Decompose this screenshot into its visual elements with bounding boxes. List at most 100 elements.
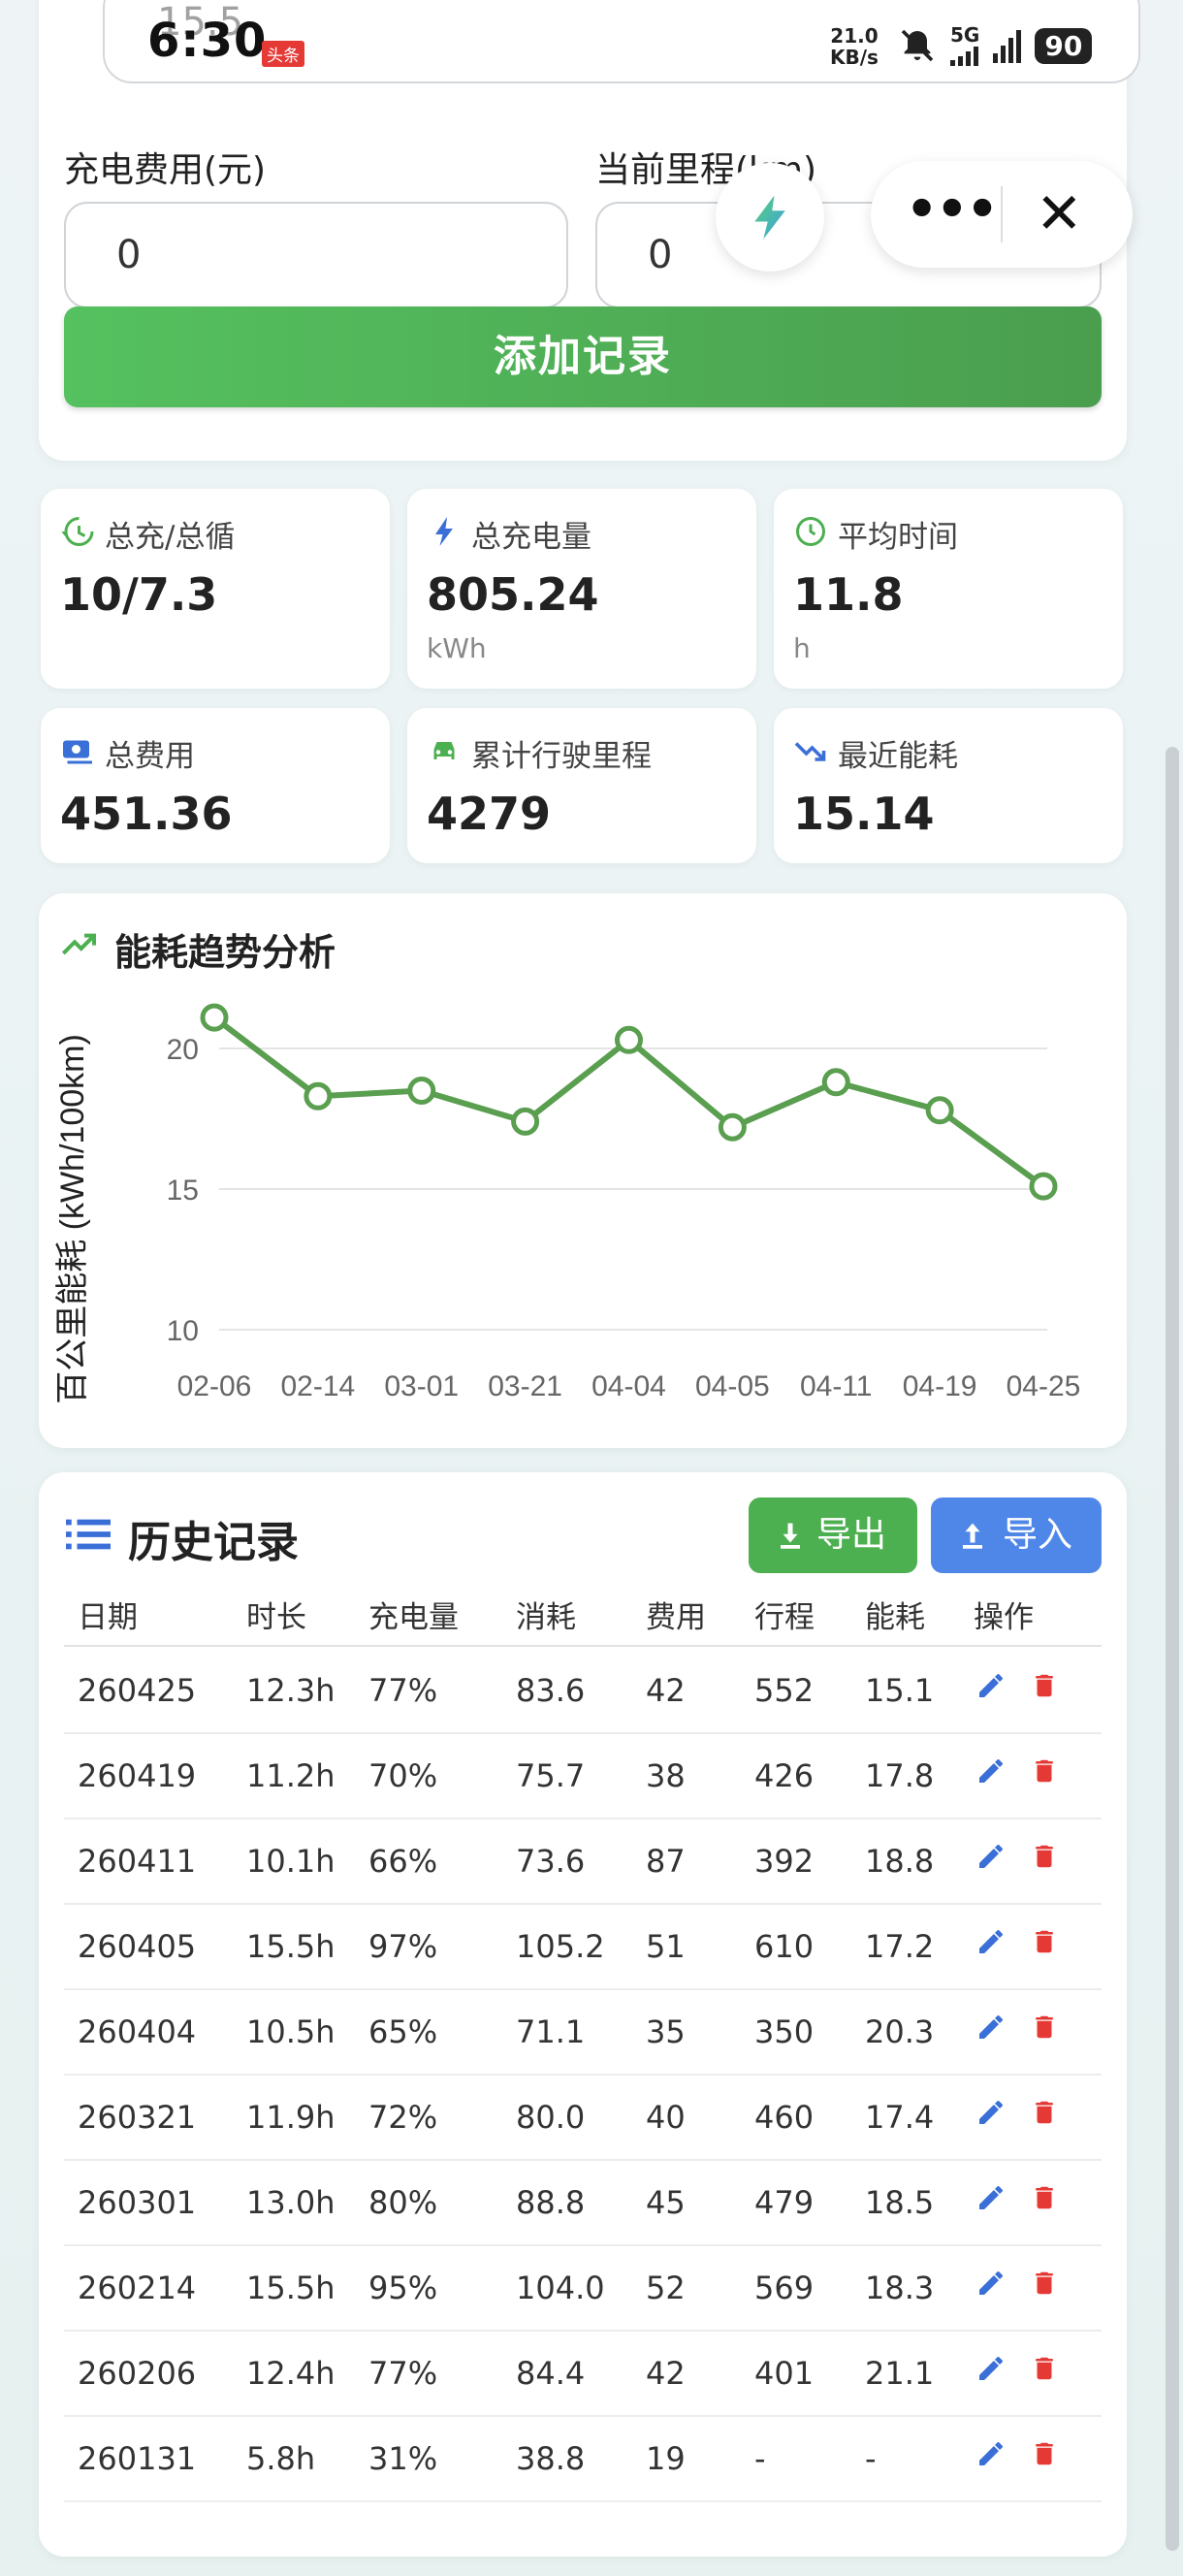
cell-duration: 13.0h: [246, 2184, 336, 2221]
scrollbar[interactable]: [1162, 0, 1183, 2576]
export-button[interactable]: 导出: [749, 1497, 917, 1573]
history-card: 历史记录 导出 导入 日期 时长 充电量 消耗 费用 行程 能耗 操作 2604…: [39, 1472, 1127, 2557]
clock-icon: [796, 517, 825, 546]
capsule-divider: [1001, 186, 1003, 242]
stat-value: 4279: [427, 788, 552, 840]
col-cost: 费用: [646, 1600, 706, 1635]
cell-duration: 10.1h: [246, 1843, 336, 1880]
data-point: [821, 1068, 850, 1097]
x-tick-label: 04-05: [695, 1370, 770, 1402]
cell-consumed: 105.2: [516, 1928, 605, 1965]
cell-cost: 38: [646, 1757, 686, 1794]
delete-icon[interactable]: [1030, 2268, 1059, 2299]
row-actions: [975, 1926, 1059, 1957]
cell-efficiency: 15.1: [865, 1672, 935, 1709]
col-charge: 充电量: [368, 1600, 459, 1635]
mute-bell-icon: [901, 29, 934, 62]
cell-efficiency: -: [865, 2440, 877, 2477]
delete-icon[interactable]: [1030, 2353, 1059, 2384]
edit-icon[interactable]: [975, 1670, 1007, 1701]
delete-icon[interactable]: [1030, 2438, 1059, 2469]
cell-charge: 77%: [368, 2355, 438, 2392]
edit-icon[interactable]: [975, 1841, 1007, 1872]
import-button[interactable]: 导入: [931, 1497, 1102, 1573]
edit-icon[interactable]: [975, 2012, 1007, 2043]
cell-consumed: 71.1: [516, 2013, 586, 2050]
network-speed: 21.0 KB/s: [830, 25, 879, 68]
table-row: 260214 15.5h 95% 104.0 52 569 18.3: [64, 2246, 1102, 2332]
cell-cost: 19: [646, 2440, 686, 2477]
cell-charge: 66%: [368, 1843, 438, 1880]
edit-icon[interactable]: [975, 2268, 1007, 2299]
cell-consumed: 80.0: [516, 2099, 586, 2136]
cell-date: 260419: [78, 1757, 197, 1794]
stat-label: 最近能耗: [838, 739, 958, 774]
cell-consumed: 104.0: [516, 2270, 605, 2306]
upload-icon: [963, 1523, 982, 1549]
data-point: [304, 1081, 333, 1111]
stat-label: 平均时间: [838, 520, 958, 555]
delete-icon[interactable]: [1030, 1755, 1059, 1787]
history-icon: [61, 517, 94, 546]
y-axis-label: 百公里能耗 (kWh/100km): [54, 1034, 91, 1404]
cost-input[interactable]: 0: [64, 202, 568, 308]
cell-trip: 569: [754, 2270, 815, 2306]
cell-date: 260131: [78, 2440, 197, 2477]
cell-consumed: 84.4: [516, 2355, 586, 2392]
cell-duration: 11.2h: [246, 1757, 336, 1794]
history-title: 历史记录: [128, 1518, 299, 1567]
cost-label: 充电费用(元): [64, 150, 267, 190]
delete-icon[interactable]: [1030, 1841, 1059, 1872]
capsule-menu: ••• ✕: [871, 161, 1133, 268]
export-label: 导出: [816, 1515, 887, 1555]
data-point: [200, 1003, 229, 1032]
delete-icon[interactable]: [1030, 2182, 1059, 2213]
delete-icon[interactable]: [1030, 2097, 1059, 2128]
edit-icon[interactable]: [975, 2097, 1007, 2128]
stat-card-recent-consumption: 最近能耗 15.14: [774, 708, 1123, 863]
cell-cost: 35: [646, 2013, 686, 2050]
table-row: 260206 12.4h 77% 84.4 42 401 21.1: [64, 2332, 1102, 2417]
delete-icon[interactable]: [1030, 1926, 1059, 1957]
cell-consumed: 38.8: [516, 2440, 586, 2477]
row-actions: [975, 1670, 1059, 1701]
x-tick-label: 03-21: [488, 1370, 562, 1402]
data-point: [615, 1025, 643, 1054]
row-actions: [975, 2182, 1059, 2213]
stat-unit: h: [793, 632, 811, 664]
money-icon: [63, 740, 92, 764]
edit-icon[interactable]: [975, 2438, 1007, 2469]
more-icon[interactable]: •••: [906, 184, 999, 235]
cell-trip: 552: [754, 1672, 815, 1709]
car-icon: [433, 742, 455, 759]
delete-icon[interactable]: [1030, 1670, 1059, 1701]
stat-card-total-mileage: 累计行驶里程 4279: [407, 708, 756, 863]
y-tick-label: 20: [167, 1034, 199, 1066]
edit-icon[interactable]: [975, 1926, 1007, 1957]
stat-value: 451.36: [60, 788, 233, 840]
cell-trip: 392: [754, 1843, 815, 1880]
edit-icon[interactable]: [975, 2353, 1007, 2384]
table-row: 260301 13.0h 80% 88.8 45 479 18.5: [64, 2161, 1102, 2246]
cell-cost: 40: [646, 2099, 686, 2136]
delete-icon[interactable]: [1030, 2012, 1059, 2043]
cell-date: 260301: [78, 2184, 197, 2221]
cell-efficiency: 20.3: [865, 2013, 935, 2050]
col-date: 日期: [78, 1600, 138, 1635]
cell-efficiency: 17.4: [865, 2099, 935, 2136]
cell-charge: 65%: [368, 2013, 438, 2050]
data-point: [511, 1107, 540, 1136]
col-efficiency: 能耗: [865, 1600, 925, 1635]
cell-date: 260206: [78, 2355, 197, 2392]
cell-duration: 15.5h: [246, 2270, 336, 2306]
stat-label: 总费用: [105, 739, 195, 774]
edit-icon[interactable]: [975, 1755, 1007, 1787]
quick-action-button[interactable]: [716, 163, 824, 272]
table-row: 260419 11.2h 70% 75.7 38 426 17.8: [64, 1734, 1102, 1819]
scrollbar-thumb[interactable]: [1166, 747, 1179, 2551]
close-icon[interactable]: ✕: [1036, 182, 1083, 244]
add-record-button[interactable]: 添加记录: [64, 306, 1102, 407]
cell-charge: 70%: [368, 1757, 438, 1794]
edit-icon[interactable]: [975, 2182, 1007, 2213]
x-tick-label: 04-25: [1007, 1370, 1081, 1402]
